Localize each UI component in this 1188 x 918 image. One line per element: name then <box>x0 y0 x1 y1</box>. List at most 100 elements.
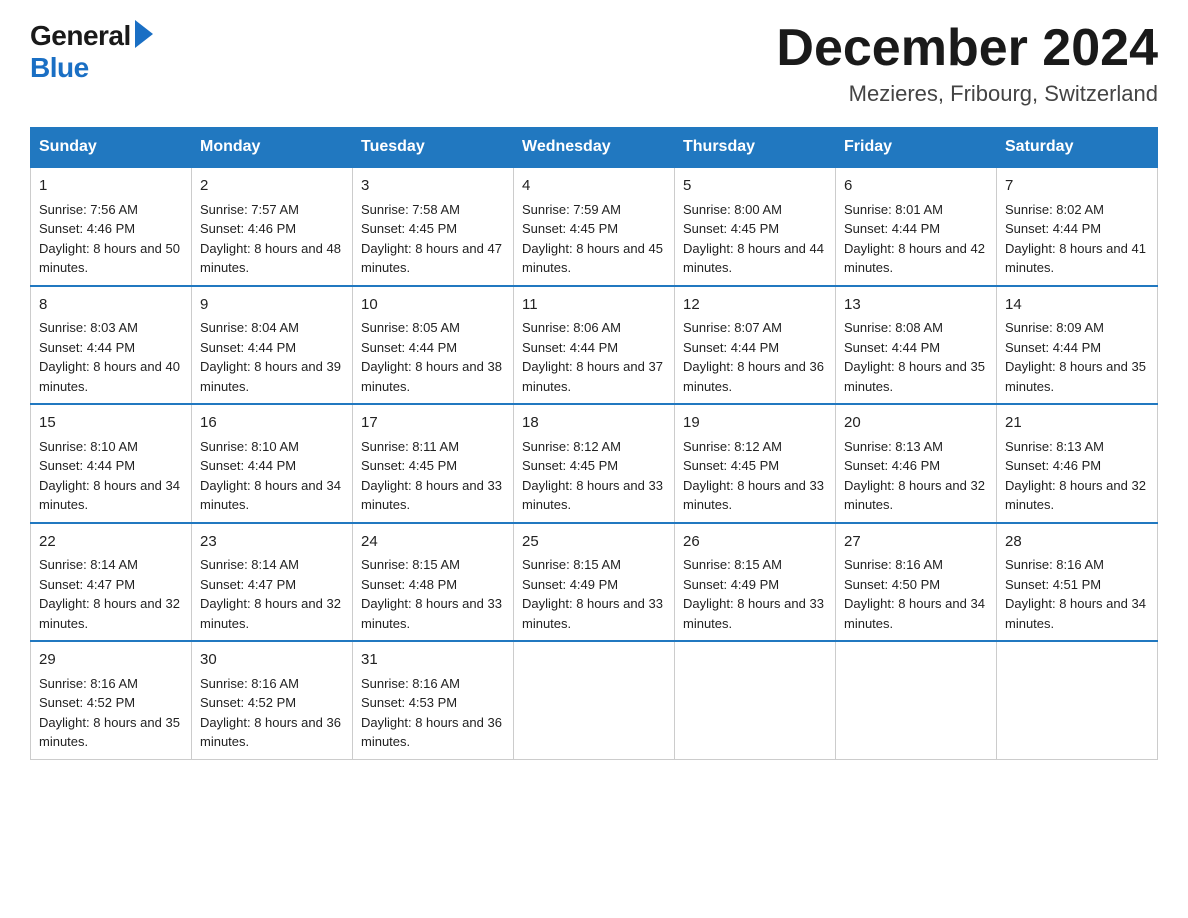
day-sunset: Sunset: 4:44 PM <box>39 340 135 355</box>
day-sunset: Sunset: 4:53 PM <box>361 695 457 710</box>
day-number: 19 <box>683 412 827 435</box>
day-sunrise: Sunrise: 8:16 AM <box>844 557 943 572</box>
table-row: 30 Sunrise: 8:16 AM Sunset: 4:52 PM Dayl… <box>192 641 353 759</box>
day-sunset: Sunset: 4:46 PM <box>200 221 296 236</box>
day-daylight: Daylight: 8 hours and 48 minutes. <box>200 241 341 276</box>
table-row: 24 Sunrise: 8:15 AM Sunset: 4:48 PM Dayl… <box>353 523 514 642</box>
day-number: 21 <box>1005 412 1149 435</box>
day-sunrise: Sunrise: 8:14 AM <box>200 557 299 572</box>
day-number: 10 <box>361 294 505 317</box>
col-friday: Friday <box>836 128 997 168</box>
day-daylight: Daylight: 8 hours and 38 minutes. <box>361 359 502 394</box>
day-daylight: Daylight: 8 hours and 45 minutes. <box>522 241 663 276</box>
day-number: 31 <box>361 649 505 672</box>
table-row: 17 Sunrise: 8:11 AM Sunset: 4:45 PM Dayl… <box>353 404 514 523</box>
table-row: 18 Sunrise: 8:12 AM Sunset: 4:45 PM Dayl… <box>514 404 675 523</box>
day-number: 14 <box>1005 294 1149 317</box>
table-row: 23 Sunrise: 8:14 AM Sunset: 4:47 PM Dayl… <box>192 523 353 642</box>
day-sunrise: Sunrise: 8:04 AM <box>200 320 299 335</box>
day-sunrise: Sunrise: 8:10 AM <box>200 439 299 454</box>
col-tuesday: Tuesday <box>353 128 514 168</box>
day-sunrise: Sunrise: 8:16 AM <box>361 676 460 691</box>
day-number: 20 <box>844 412 988 435</box>
day-number: 1 <box>39 175 183 198</box>
table-row: 22 Sunrise: 8:14 AM Sunset: 4:47 PM Dayl… <box>31 523 192 642</box>
day-sunrise: Sunrise: 8:05 AM <box>361 320 460 335</box>
logo-blue-text: Blue <box>30 52 89 84</box>
table-row: 10 Sunrise: 8:05 AM Sunset: 4:44 PM Dayl… <box>353 286 514 405</box>
table-row <box>997 641 1158 759</box>
table-row: 19 Sunrise: 8:12 AM Sunset: 4:45 PM Dayl… <box>675 404 836 523</box>
day-sunrise: Sunrise: 8:16 AM <box>200 676 299 691</box>
day-sunrise: Sunrise: 8:07 AM <box>683 320 782 335</box>
day-daylight: Daylight: 8 hours and 33 minutes. <box>361 596 502 631</box>
weekday-header-row: Sunday Monday Tuesday Wednesday Thursday… <box>31 128 1158 168</box>
day-daylight: Daylight: 8 hours and 33 minutes. <box>683 596 824 631</box>
day-sunset: Sunset: 4:46 PM <box>39 221 135 236</box>
day-daylight: Daylight: 8 hours and 36 minutes. <box>200 715 341 750</box>
day-number: 16 <box>200 412 344 435</box>
day-sunrise: Sunrise: 8:16 AM <box>1005 557 1104 572</box>
day-daylight: Daylight: 8 hours and 35 minutes. <box>844 359 985 394</box>
day-sunrise: Sunrise: 8:06 AM <box>522 320 621 335</box>
day-daylight: Daylight: 8 hours and 34 minutes. <box>1005 596 1146 631</box>
table-row: 31 Sunrise: 8:16 AM Sunset: 4:53 PM Dayl… <box>353 641 514 759</box>
day-number: 29 <box>39 649 183 672</box>
day-daylight: Daylight: 8 hours and 33 minutes. <box>522 596 663 631</box>
day-sunrise: Sunrise: 8:11 AM <box>361 439 459 454</box>
day-sunset: Sunset: 4:49 PM <box>683 577 779 592</box>
table-row: 15 Sunrise: 8:10 AM Sunset: 4:44 PM Dayl… <box>31 404 192 523</box>
table-row: 28 Sunrise: 8:16 AM Sunset: 4:51 PM Dayl… <box>997 523 1158 642</box>
calendar-week-row: 8 Sunrise: 8:03 AM Sunset: 4:44 PM Dayli… <box>31 286 1158 405</box>
day-number: 4 <box>522 175 666 198</box>
col-saturday: Saturday <box>997 128 1158 168</box>
day-daylight: Daylight: 8 hours and 32 minutes. <box>39 596 180 631</box>
calendar-week-row: 1 Sunrise: 7:56 AM Sunset: 4:46 PM Dayli… <box>31 167 1158 286</box>
table-row: 13 Sunrise: 8:08 AM Sunset: 4:44 PM Dayl… <box>836 286 997 405</box>
day-daylight: Daylight: 8 hours and 44 minutes. <box>683 241 824 276</box>
day-daylight: Daylight: 8 hours and 35 minutes. <box>39 715 180 750</box>
day-sunrise: Sunrise: 8:15 AM <box>683 557 782 572</box>
day-number: 11 <box>522 294 666 317</box>
day-daylight: Daylight: 8 hours and 41 minutes. <box>1005 241 1146 276</box>
day-daylight: Daylight: 8 hours and 32 minutes. <box>844 478 985 513</box>
table-row: 21 Sunrise: 8:13 AM Sunset: 4:46 PM Dayl… <box>997 404 1158 523</box>
day-sunset: Sunset: 4:44 PM <box>844 340 940 355</box>
day-sunrise: Sunrise: 8:15 AM <box>522 557 621 572</box>
day-sunrise: Sunrise: 8:13 AM <box>844 439 943 454</box>
table-row: 7 Sunrise: 8:02 AM Sunset: 4:44 PM Dayli… <box>997 167 1158 286</box>
logo-general-text: General <box>30 20 131 52</box>
table-row: 4 Sunrise: 7:59 AM Sunset: 4:45 PM Dayli… <box>514 167 675 286</box>
table-row: 11 Sunrise: 8:06 AM Sunset: 4:44 PM Dayl… <box>514 286 675 405</box>
day-sunset: Sunset: 4:44 PM <box>200 458 296 473</box>
day-daylight: Daylight: 8 hours and 33 minutes. <box>361 478 502 513</box>
table-row: 2 Sunrise: 7:57 AM Sunset: 4:46 PM Dayli… <box>192 167 353 286</box>
day-daylight: Daylight: 8 hours and 34 minutes. <box>200 478 341 513</box>
day-sunset: Sunset: 4:45 PM <box>683 221 779 236</box>
day-sunset: Sunset: 4:45 PM <box>522 221 618 236</box>
day-number: 24 <box>361 531 505 554</box>
day-sunset: Sunset: 4:46 PM <box>1005 458 1101 473</box>
day-number: 23 <box>200 531 344 554</box>
day-sunset: Sunset: 4:44 PM <box>39 458 135 473</box>
day-daylight: Daylight: 8 hours and 36 minutes. <box>361 715 502 750</box>
table-row: 25 Sunrise: 8:15 AM Sunset: 4:49 PM Dayl… <box>514 523 675 642</box>
logo-triangle-icon <box>135 20 153 48</box>
day-number: 22 <box>39 531 183 554</box>
day-sunset: Sunset: 4:49 PM <box>522 577 618 592</box>
day-sunset: Sunset: 4:44 PM <box>522 340 618 355</box>
day-daylight: Daylight: 8 hours and 35 minutes. <box>1005 359 1146 394</box>
col-monday: Monday <box>192 128 353 168</box>
day-sunset: Sunset: 4:44 PM <box>1005 221 1101 236</box>
day-number: 17 <box>361 412 505 435</box>
day-sunset: Sunset: 4:45 PM <box>361 221 457 236</box>
location-subtitle: Mezieres, Fribourg, Switzerland <box>776 81 1158 107</box>
day-number: 5 <box>683 175 827 198</box>
table-row: 9 Sunrise: 8:04 AM Sunset: 4:44 PM Dayli… <box>192 286 353 405</box>
day-daylight: Daylight: 8 hours and 39 minutes. <box>200 359 341 394</box>
table-row: 8 Sunrise: 8:03 AM Sunset: 4:44 PM Dayli… <box>31 286 192 405</box>
day-sunset: Sunset: 4:50 PM <box>844 577 940 592</box>
table-row <box>675 641 836 759</box>
day-sunset: Sunset: 4:47 PM <box>200 577 296 592</box>
day-sunset: Sunset: 4:44 PM <box>683 340 779 355</box>
